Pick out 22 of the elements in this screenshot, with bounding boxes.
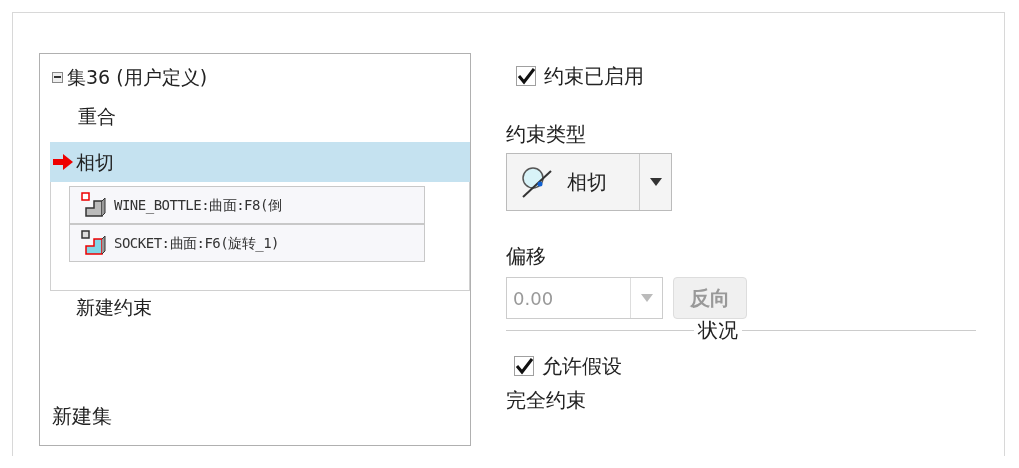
arrow-icon (52, 153, 74, 171)
reference-item[interactable]: WINE_BOTTLE:曲面:F8(倒 (69, 186, 425, 224)
tree-item[interactable]: 新建约束 (52, 293, 470, 322)
caret-icon (649, 178, 662, 186)
collapse-icon[interactable] (52, 71, 63, 83)
part-icon (80, 230, 108, 256)
part-icon (80, 192, 108, 218)
tree-item[interactable]: 重合 (50, 96, 470, 136)
tree-item[interactable]: 集36 (用户定义) (67, 62, 208, 92)
checkbox[interactable] (516, 66, 536, 86)
status-text: 完全约束 (506, 387, 587, 414)
constraint-type-label: 约束类型 (506, 121, 587, 148)
offset-label: 偏移 (506, 243, 547, 270)
status-title: 状况 (697, 317, 739, 344)
tree-item[interactable]: 相切 (50, 142, 470, 182)
reference-item[interactable]: SOCKET:曲面:F6(旋转_1) (69, 224, 425, 262)
tree-item[interactable]: 新建集 (52, 401, 470, 431)
checkbox-label: 约束已启用 (544, 63, 644, 90)
checkbox-label: 允许假设 (542, 353, 622, 380)
constraint-type-dropdown[interactable]: 相切 (506, 153, 672, 211)
caret-icon (640, 294, 653, 302)
checkbox[interactable] (514, 356, 534, 376)
